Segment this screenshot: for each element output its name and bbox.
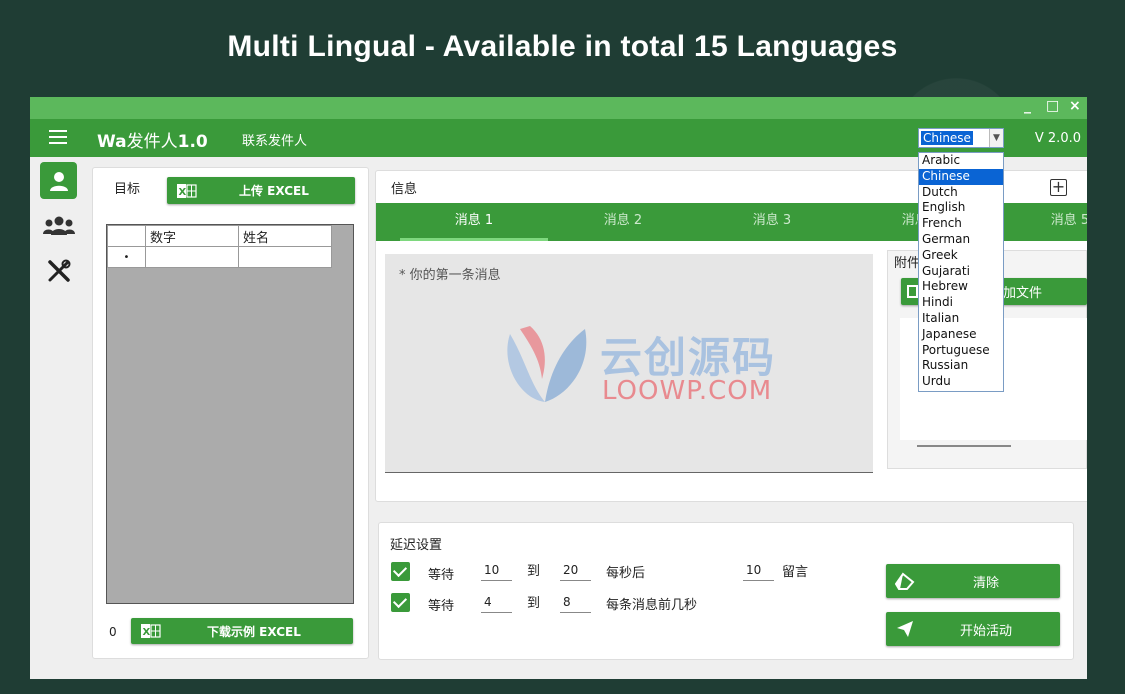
language-option[interactable]: German (919, 232, 1003, 248)
attachment-scrollbar[interactable] (917, 445, 1011, 447)
tab-message-1[interactable]: 消息 1 (400, 203, 548, 241)
contact-sender-link[interactable]: 联系发件人 (242, 130, 307, 149)
app-title-cn: 发件人 (126, 132, 178, 152)
language-option[interactable]: Greek (919, 248, 1003, 264)
language-option[interactable]: Dutch (919, 185, 1003, 201)
language-option[interactable]: English (919, 200, 1003, 216)
start-campaign-label: 开始活动 (960, 623, 1013, 639)
chevron-down-icon[interactable]: ▼ (989, 129, 1003, 147)
maximize-button[interactable]: □ (1046, 98, 1059, 114)
minimize-button[interactable]: _ (1024, 98, 1031, 114)
table-header-row: 数字 姓名 (107, 225, 332, 247)
language-option[interactable]: Italian (919, 311, 1003, 327)
user-icon (49, 171, 68, 191)
delay-row1-wait-label: 等待 (428, 568, 455, 583)
delay-row1-to-input[interactable] (560, 559, 591, 581)
language-dropdown-list: Arabic Chinese Dutch English French Germ… (918, 152, 1004, 392)
start-campaign-button[interactable]: 开始活动 (886, 612, 1060, 646)
delay-row1-checkbox[interactable] (391, 562, 410, 581)
add-message-icon[interactable]: + (1050, 179, 1067, 196)
targets-table: 数字 姓名 • (107, 225, 332, 268)
table-cell[interactable] (145, 246, 239, 268)
targets-label: 目标 (114, 182, 141, 197)
window-titlebar: _ □ × (30, 97, 1087, 119)
download-sample-label: 下载示例 EXCEL (207, 624, 301, 639)
language-option[interactable]: Urdu (919, 374, 1003, 390)
row-marker: • (107, 246, 146, 268)
app-title: Wa发件人1.0 (97, 127, 208, 152)
svg-text:X: X (143, 627, 151, 638)
delay-row2-to-input[interactable] (560, 591, 591, 613)
language-select[interactable]: Chinese ▼ (918, 128, 1004, 148)
add-file-label: 加文件 (1003, 286, 1043, 301)
message-placeholder: * 你的第一条消息 (399, 268, 501, 283)
group-icon (42, 216, 75, 235)
tab-message-2[interactable]: 消息 2 (549, 203, 697, 241)
download-sample-excel-button[interactable]: X 下载示例 EXCEL (131, 618, 353, 644)
file-icon (907, 285, 918, 298)
delay-row2-suffix: 每条消息前几秒 (606, 598, 698, 613)
language-option[interactable]: Arabic (919, 153, 1003, 169)
targets-grid[interactable]: 数字 姓名 • (106, 224, 354, 604)
nav-item-group[interactable] (40, 207, 77, 244)
delay-row1-to-label: 到 (527, 564, 541, 579)
message-count-label: 留言 (782, 565, 809, 580)
language-option[interactable]: Chinese (919, 168, 1003, 185)
message-textarea[interactable]: * 你的第一条消息 (385, 254, 873, 473)
attachment-label: 附件 (894, 256, 921, 271)
table-row: • (107, 246, 332, 268)
send-icon (897, 621, 913, 637)
app-title-version: 1.0 (177, 132, 208, 152)
close-button[interactable]: × (1069, 98, 1081, 114)
delay-row2-wait-label: 等待 (428, 599, 455, 614)
delay-settings-label: 延迟设置 (390, 538, 443, 553)
language-option[interactable]: Russian (919, 358, 1003, 374)
target-count: 0 (109, 625, 117, 639)
excel-icon: X (177, 183, 197, 198)
message-label: 信息 (391, 182, 418, 197)
app-title-brand: Wa (97, 132, 127, 152)
eraser-icon (895, 572, 915, 590)
hamburger-menu-icon[interactable] (49, 130, 67, 144)
delay-row2-to-label: 到 (527, 596, 541, 611)
language-option[interactable]: Gujarati (919, 264, 1003, 280)
side-navigation (30, 157, 87, 679)
excel-icon: X (141, 624, 161, 638)
row-header-corner (107, 225, 146, 247)
delay-row1-from-input[interactable] (481, 559, 512, 581)
language-option[interactable]: Portuguese (919, 343, 1003, 359)
table-cell[interactable] (238, 246, 332, 268)
language-option[interactable]: Hindi (919, 295, 1003, 311)
tab-message-5[interactable]: 消息 5 (996, 203, 1087, 241)
language-selected-value: Chinese (921, 131, 973, 145)
language-option[interactable]: French (919, 216, 1003, 232)
promo-banner: Multi Lingual - Available in total 15 La… (227, 30, 898, 63)
language-option[interactable]: Japanese (919, 327, 1003, 343)
language-option[interactable]: Hebrew (919, 279, 1003, 295)
clear-label: 清除 (973, 575, 1000, 591)
svg-text:X: X (179, 187, 187, 198)
column-header-number[interactable]: 数字 (145, 225, 239, 247)
tools-icon (47, 259, 70, 282)
version-label: V 2.0.0 (1034, 131, 1081, 146)
clear-button[interactable]: 清除 (886, 564, 1060, 598)
upload-excel-button[interactable]: X 上传 EXCEL (167, 177, 355, 204)
column-header-name[interactable]: 姓名 (238, 225, 332, 247)
delay-row2-checkbox[interactable] (391, 593, 410, 612)
nav-item-tools[interactable] (40, 252, 77, 289)
message-count-input[interactable] (743, 559, 774, 581)
upload-excel-label: 上传 EXCEL (239, 184, 309, 198)
tab-message-3[interactable]: 消息 3 (698, 203, 846, 241)
delay-row1-suffix: 每秒后 (606, 566, 646, 581)
app-window: _ □ × Wa发件人1.0 联系发件人 V 2.0.0 Chinese ▼ A… (30, 97, 1087, 679)
delay-row2-from-input[interactable] (481, 591, 512, 613)
nav-item-user[interactable] (40, 162, 77, 199)
